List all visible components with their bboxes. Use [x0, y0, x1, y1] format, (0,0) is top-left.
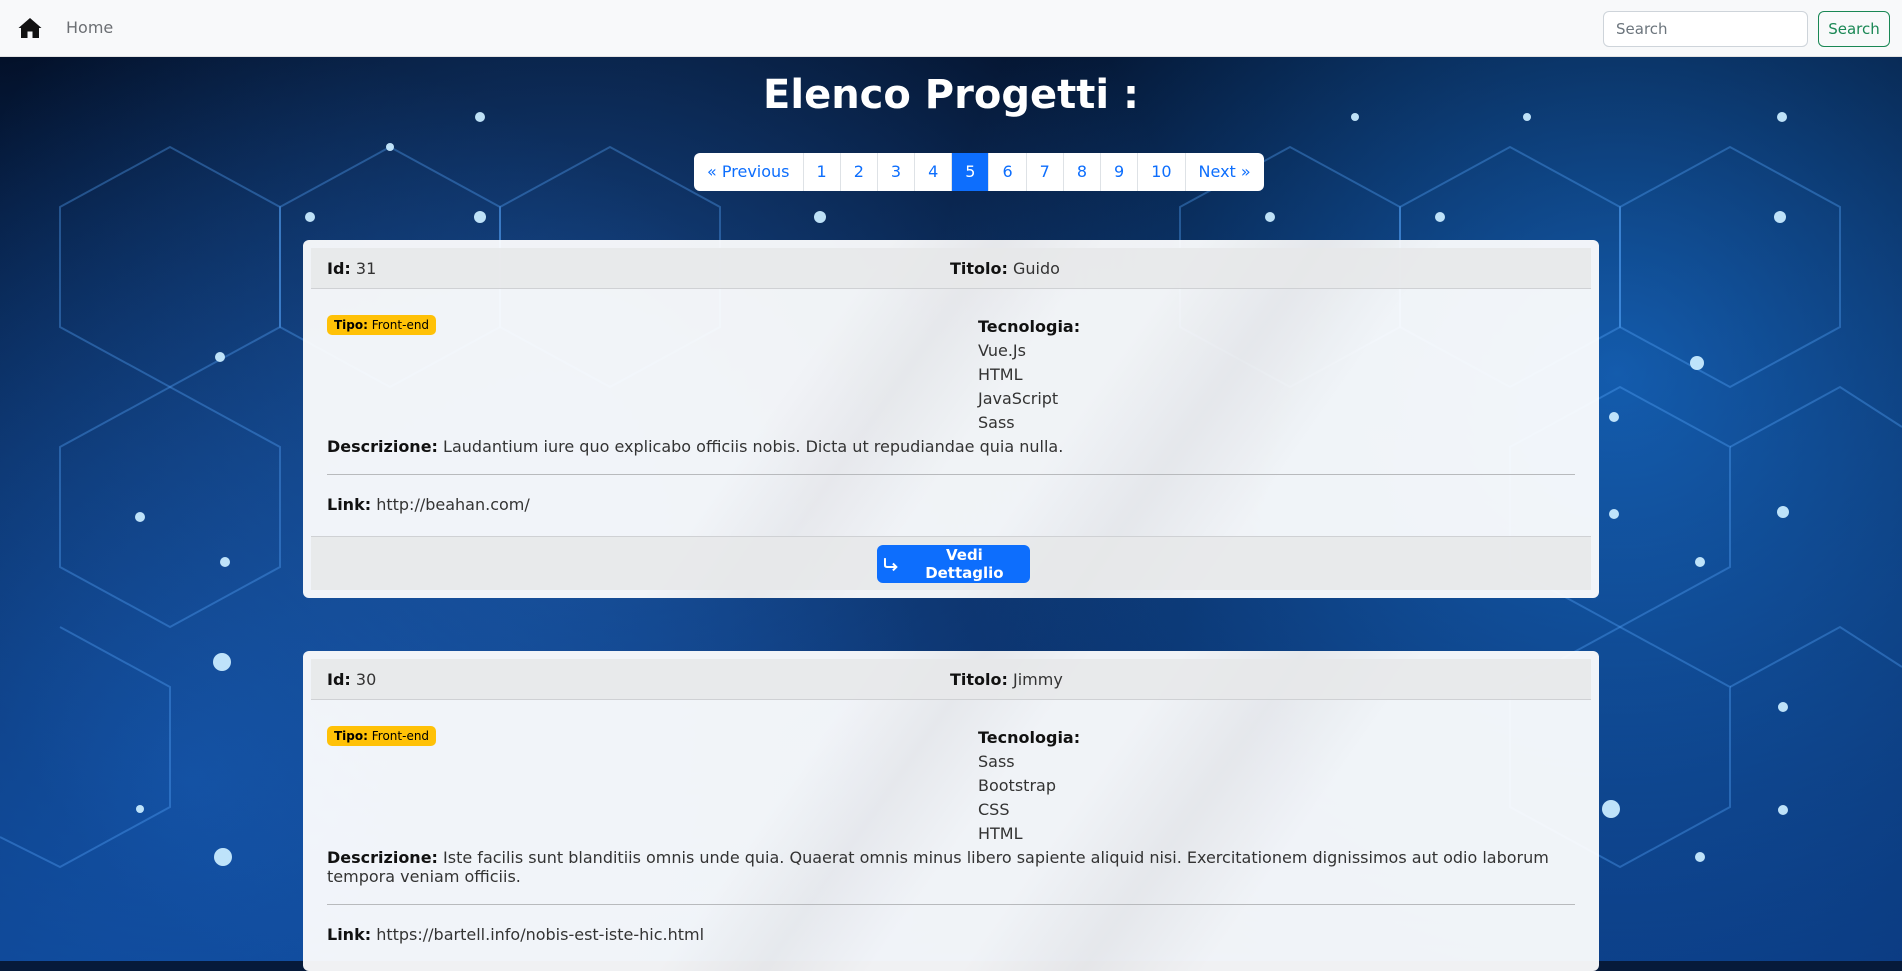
- pagination-previous[interactable]: « Previous: [694, 153, 804, 191]
- project-id: Id: 30: [327, 670, 376, 689]
- pagination-next[interactable]: Next »: [1186, 153, 1264, 191]
- id-value: 31: [355, 259, 377, 278]
- id-label: Id:: [327, 259, 351, 278]
- divider: [327, 904, 1575, 905]
- pagination-page-9[interactable]: 9: [1101, 153, 1139, 191]
- link-value: https://bartell.info/nobis-est-iste-hic.…: [376, 925, 705, 944]
- top-navbar: Home Search: [0, 0, 1902, 57]
- vedi-dettaglio-label: Vedi Dettaglio: [925, 546, 1004, 582]
- id-label: Id:: [327, 670, 351, 689]
- card-header: Id: 30 Titolo: Jimmy: [311, 659, 1591, 700]
- project-card: Id: 31 Titolo: Guido Tipo: Front-end Tec…: [303, 240, 1599, 598]
- tecnologia-list: Tecnologia: Vue.Js HTML JavaScript Sass: [978, 315, 1080, 435]
- vedi-dettaglio-button[interactable]: Vedi Dettaglio: [877, 545, 1030, 583]
- pagination-page-8[interactable]: 8: [1064, 153, 1101, 191]
- project-id: Id: 31: [327, 259, 376, 278]
- card-header: Id: 31 Titolo: Guido: [311, 248, 1591, 289]
- descrizione-value: Laudantium iure quo explicabo officiis n…: [443, 437, 1064, 456]
- tecnologia-label: Tecnologia:: [978, 728, 1081, 747]
- tipo-value: Front-end: [371, 318, 430, 332]
- nav-home-link[interactable]: Home: [66, 18, 113, 37]
- titolo-value: Jimmy: [1013, 670, 1063, 689]
- card-body: Tipo: Front-end Tecnologia: Sass Bootstr…: [311, 700, 1591, 966]
- tipo-badge: Tipo: Front-end: [327, 726, 437, 746]
- pagination-page-4[interactable]: 4: [915, 153, 953, 191]
- pagination-page-2[interactable]: 2: [841, 153, 878, 191]
- titolo-label: Titolo:: [950, 259, 1008, 278]
- pagination-page-3[interactable]: 3: [878, 153, 916, 191]
- tecnologia-item: JavaScript: [978, 389, 1059, 408]
- descrizione-label: Descrizione:: [327, 848, 438, 867]
- tecnologia-item: HTML: [978, 824, 1023, 843]
- link-label: Link:: [327, 495, 372, 514]
- id-value: 30: [355, 670, 377, 689]
- tecnologia-list: Tecnologia: Sass Bootstrap CSS HTML: [978, 726, 1080, 846]
- arrow-return-right-icon: [883, 558, 898, 572]
- tecnologia-label: Tecnologia:: [978, 317, 1081, 336]
- link-value: http://beahan.com/: [376, 495, 530, 514]
- tecnologia-item: Vue.Js: [978, 341, 1026, 360]
- tecnologia-item: CSS: [978, 800, 1010, 819]
- pagination-page-5-active[interactable]: 5: [952, 153, 990, 191]
- tipo-label: Tipo:: [334, 318, 368, 332]
- project-title: Titolo: Guido: [950, 259, 1060, 278]
- tipo-value: Front-end: [371, 729, 430, 743]
- project-description: Descrizione: Laudantium iure quo explica…: [327, 437, 1575, 474]
- pagination-page-10[interactable]: 10: [1138, 153, 1186, 191]
- tecnologia-item: Sass: [978, 752, 1015, 771]
- tecnologia-item: Sass: [978, 413, 1015, 432]
- tipo-badge: Tipo: Front-end: [327, 315, 437, 335]
- pagination-page-7[interactable]: 7: [1027, 153, 1064, 191]
- descrizione-label: Descrizione:: [327, 437, 438, 456]
- card-footer: Vedi Dettaglio: [311, 536, 1591, 590]
- descrizione-value: Iste facilis sunt blanditiis omnis unde …: [327, 848, 1549, 886]
- project-link: Link: http://beahan.com/: [327, 495, 1575, 536]
- page-title: Elenco Progetti :: [763, 72, 1139, 118]
- titolo-label: Titolo:: [950, 670, 1008, 689]
- search-input[interactable]: [1603, 11, 1808, 47]
- project-card: Id: 30 Titolo: Jimmy Tipo: Front-end Tec…: [303, 651, 1599, 971]
- link-label: Link:: [327, 925, 372, 944]
- project-title: Titolo: Jimmy: [950, 670, 1063, 689]
- tecnologia-item: HTML: [978, 365, 1023, 384]
- pagination-page-1[interactable]: 1: [804, 153, 841, 191]
- tipo-label: Tipo:: [334, 729, 368, 743]
- project-description: Descrizione: Iste facilis sunt blanditii…: [327, 848, 1575, 904]
- project-link: Link: https://bartell.info/nobis-est-ist…: [327, 925, 1575, 966]
- titolo-value: Guido: [1013, 259, 1060, 278]
- pagination: « Previous 1 2 3 4 5 6 7 8 9 10 Next »: [694, 153, 1264, 191]
- pagination-page-6[interactable]: 6: [989, 153, 1027, 191]
- search-button[interactable]: Search: [1818, 11, 1890, 47]
- home-icon[interactable]: [18, 17, 42, 39]
- divider: [327, 474, 1575, 475]
- tecnologia-item: Bootstrap: [978, 776, 1056, 795]
- card-body: Tipo: Front-end Tecnologia: Vue.Js HTML …: [311, 289, 1591, 536]
